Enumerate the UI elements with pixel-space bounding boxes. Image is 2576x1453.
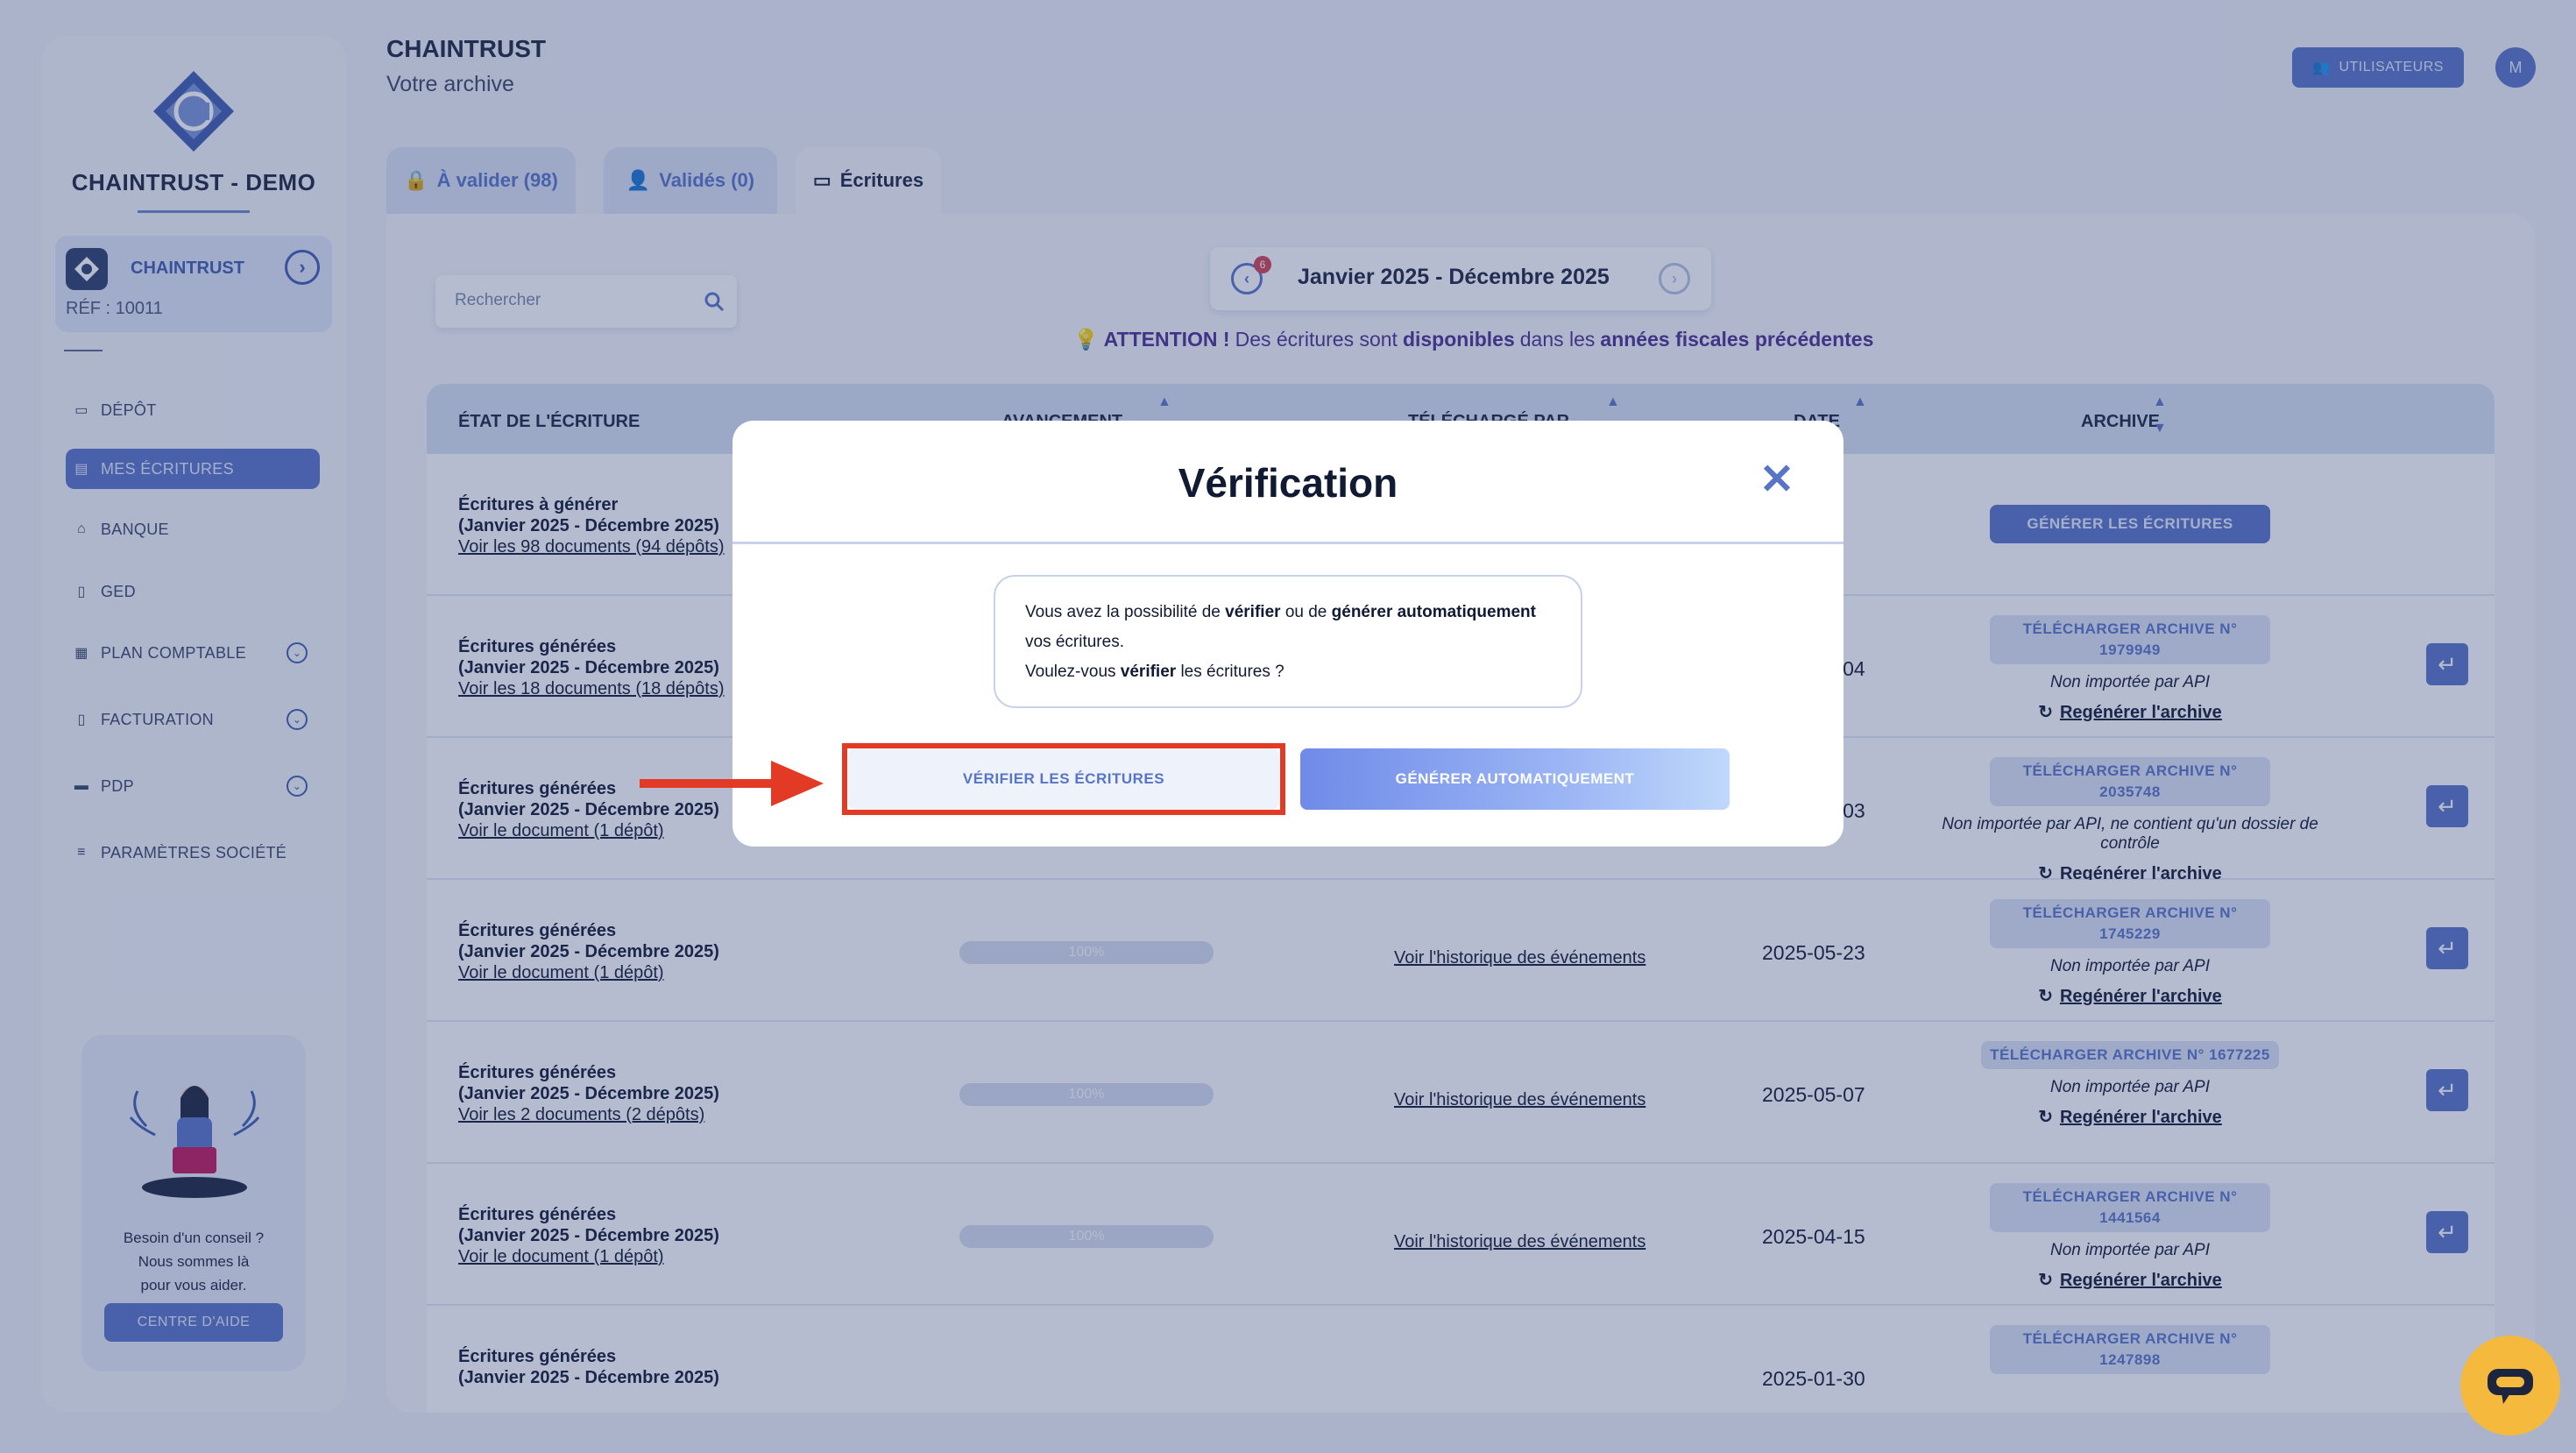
- msg-text: ou de: [1284, 603, 1327, 621]
- msg-text: les écritures ?: [1180, 663, 1284, 681]
- arrow-right-icon: [640, 761, 824, 806]
- modal-message: Vous avez la possibilité de vérifier ou …: [994, 575, 1582, 708]
- close-icon[interactable]: ✕: [1759, 459, 1794, 501]
- chat-icon: [2488, 1369, 2533, 1404]
- msg-text: Vous avez la possibilité de: [1025, 603, 1221, 621]
- modal-title: Vérification: [1178, 460, 1398, 506]
- msg-bold: générer automatiquement: [1331, 603, 1536, 621]
- modal-divider: [732, 542, 1844, 544]
- msg-bold: vérifier: [1120, 663, 1177, 681]
- auto-generate-button[interactable]: GÉNÉRER AUTOMATIQUEMENT: [1300, 748, 1730, 810]
- msg-text: vos écritures.: [1025, 633, 1124, 651]
- msg-bold: vérifier: [1225, 603, 1281, 621]
- msg-text: Voulez-vous: [1025, 663, 1116, 681]
- chat-widget-button[interactable]: [2460, 1336, 2560, 1435]
- verification-modal: Vérification ✕ Vous avez la possibilité …: [732, 421, 1844, 847]
- highlight-box: [842, 743, 1285, 815]
